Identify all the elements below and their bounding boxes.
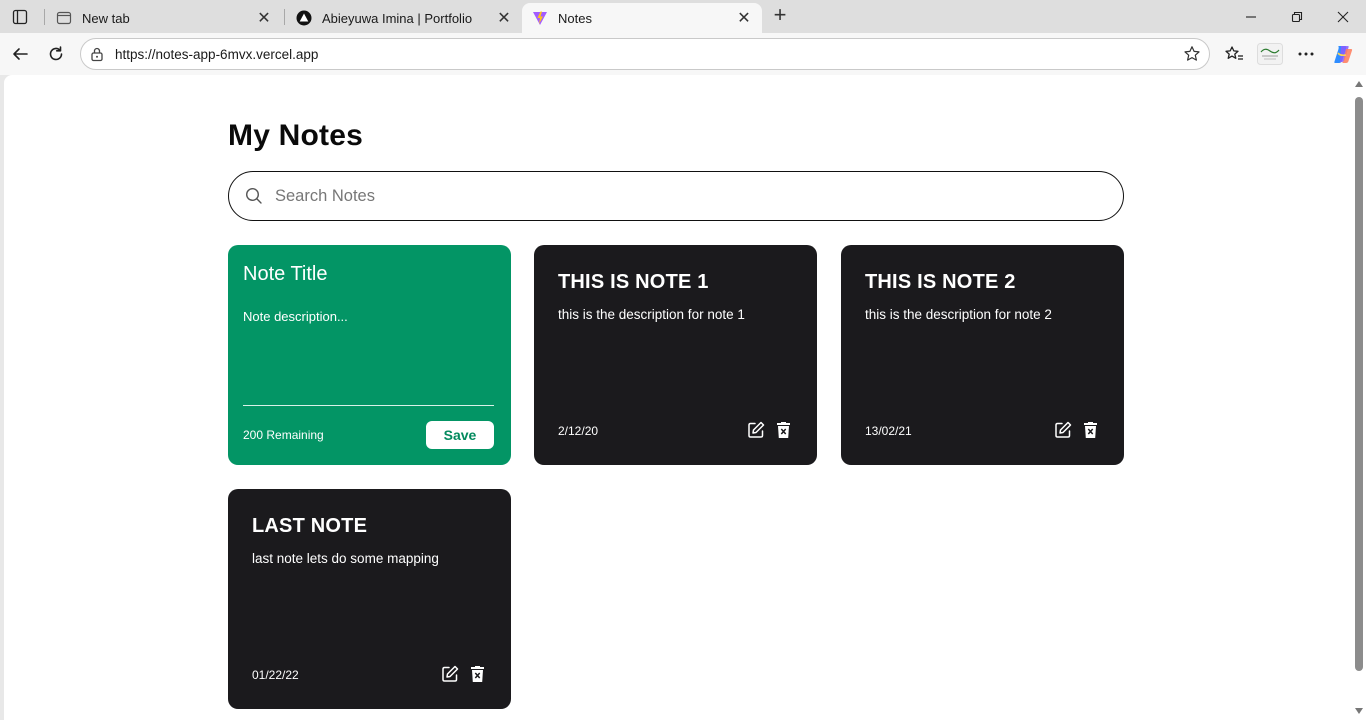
tab-separator (44, 9, 45, 25)
favorites-button[interactable] (1220, 40, 1248, 68)
tab-portfolio[interactable]: Abieyuwa Imina | Portfolio ✕ (286, 3, 522, 33)
new-tab-icon (56, 10, 72, 26)
copilot-icon (1334, 46, 1353, 63)
delete-icon[interactable] (777, 422, 790, 438)
new-note-description-field[interactable]: Note description... (243, 309, 348, 324)
copilot-button[interactable] (1329, 40, 1357, 68)
refresh-icon (49, 46, 63, 61)
edit-icon[interactable] (1054, 421, 1072, 439)
search-icon (245, 187, 262, 204)
arrow-left-icon (13, 48, 28, 60)
new-tab-button[interactable]: + (768, 4, 792, 27)
note-description: this is the description for note 2 (865, 307, 1052, 322)
minimize-button[interactable] (1228, 0, 1274, 33)
tab-notes[interactable]: Notes ✕ (522, 3, 762, 33)
restore-button[interactable] (1274, 0, 1320, 33)
characters-remaining: 200 Remaining (243, 428, 324, 442)
address-bar[interactable]: https://notes-app-6mvx.vercel.app (80, 38, 1210, 70)
tab-title: New tab (82, 10, 130, 26)
tab-new-tab[interactable]: New tab ✕ (46, 3, 282, 33)
profile-avatar[interactable] (1255, 40, 1285, 68)
new-note-title-field[interactable]: Note Title (243, 263, 327, 286)
back-button[interactable] (6, 40, 34, 68)
sidebar-panel-icon (12, 9, 28, 25)
close-tab-icon[interactable]: ✕ (496, 10, 512, 27)
lock-icon[interactable] (89, 46, 105, 62)
new-note-card: Note Title Note description... 200 Remai… (228, 245, 511, 465)
close-window-button[interactable] (1320, 0, 1366, 33)
save-button[interactable]: Save (426, 421, 494, 449)
scroll-down-arrow-icon[interactable] (1355, 708, 1363, 714)
more-options-button[interactable] (1292, 40, 1320, 68)
close-icon (1337, 11, 1349, 22)
divider (243, 405, 494, 406)
restore-icon (1291, 11, 1303, 22)
note-description: last note lets do some mapping (252, 551, 439, 566)
scrollbar-thumb[interactable] (1355, 97, 1363, 671)
close-tab-icon[interactable]: ✕ (736, 10, 752, 27)
star-favorite-icon[interactable] (1183, 45, 1201, 63)
tab-title: Abieyuwa Imina | Portfolio (322, 10, 473, 26)
note-date: 01/22/22 (252, 668, 299, 682)
delete-icon[interactable] (1084, 422, 1097, 438)
browser-toolbar: https://notes-app-6mvx.vercel.app (0, 33, 1366, 75)
vite-logo-icon (532, 10, 548, 26)
note-card: THIS IS NOTE 1 this is the description f… (534, 245, 817, 465)
edit-icon[interactable] (441, 665, 459, 683)
minimize-icon (1246, 15, 1256, 18)
refresh-button[interactable] (42, 40, 70, 68)
more-dots-icon (1298, 52, 1314, 56)
triangle-logo-icon (296, 10, 312, 26)
page-viewport: My Notes Note Title Note description... … (4, 75, 1366, 720)
url-text[interactable]: https://notes-app-6mvx.vercel.app (115, 47, 318, 62)
favorites-star-list-icon (1225, 46, 1243, 60)
close-tab-icon[interactable]: ✕ (256, 10, 272, 27)
page-title: My Notes (228, 119, 363, 152)
tab-strip: New tab ✕ Abieyuwa Imina | Portfolio ✕ N… (0, 0, 1366, 33)
note-title: THIS IS NOTE 1 (558, 271, 709, 293)
note-card: LAST NOTE last note lets do some mapping… (228, 489, 511, 709)
note-title: LAST NOTE (252, 515, 368, 537)
note-description: this is the description for note 1 (558, 307, 745, 322)
search-bar[interactable] (228, 171, 1124, 221)
delete-icon[interactable] (471, 666, 484, 682)
note-title: THIS IS NOTE 2 (865, 271, 1016, 293)
tab-separator (284, 9, 285, 25)
scroll-up-arrow-icon[interactable] (1355, 81, 1363, 87)
profile-logo-icon (1257, 43, 1283, 65)
note-date: 2/12/20 (558, 424, 599, 438)
note-card: THIS IS NOTE 2 this is the description f… (841, 245, 1124, 465)
tab-title: Notes (558, 10, 592, 26)
vertical-scrollbar[interactable] (1352, 75, 1366, 720)
note-date: 13/02/21 (865, 424, 912, 438)
search-input[interactable] (275, 184, 1095, 208)
edit-icon[interactable] (747, 421, 765, 439)
tab-actions-button[interactable] (8, 6, 32, 28)
